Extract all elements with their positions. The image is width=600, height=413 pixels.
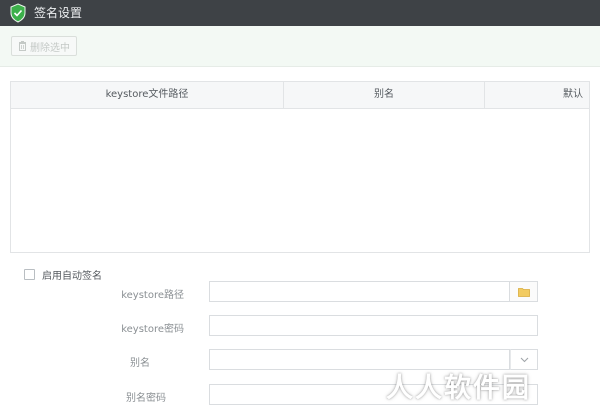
keystore-password-input[interactable] [209, 315, 538, 336]
column-header-keystore-path[interactable]: keystore文件路径 [11, 82, 284, 108]
alias-password-label: 别名密码 [126, 393, 166, 404]
signature-table: keystore文件路径 别名 默认 [10, 81, 590, 253]
browse-keystore-button[interactable] [510, 281, 538, 302]
keystore-path-input[interactable] [209, 281, 510, 302]
auto-sign-label: 启用自动签名 [42, 271, 102, 282]
auto-sign-checkbox[interactable] [24, 269, 35, 280]
toolbar: 删除选中 [0, 26, 600, 67]
delete-selected-button[interactable]: 删除选中 [11, 36, 77, 56]
column-header-alias[interactable]: 别名 [284, 82, 485, 108]
delete-selected-label: 删除选中 [30, 42, 70, 54]
table-header: keystore文件路径 别名 默认 [11, 82, 589, 109]
keystore-path-label: keystore路径 [121, 290, 184, 301]
chevron-down-icon [520, 357, 528, 362]
shield-check-icon [10, 3, 26, 23]
column-header-default[interactable]: 默认 [485, 82, 589, 108]
keystore-password-label: keystore密码 [121, 324, 184, 335]
alias-label: 别名 [130, 358, 150, 369]
trash-icon [19, 41, 26, 51]
window-title: 签名设置 [34, 6, 83, 20]
auto-sign-option[interactable]: 启用自动签名 [24, 268, 102, 282]
folder-icon [517, 287, 530, 297]
title-bar: 签名设置 [0, 0, 600, 26]
watermark: 人人软件园 [386, 373, 531, 404]
